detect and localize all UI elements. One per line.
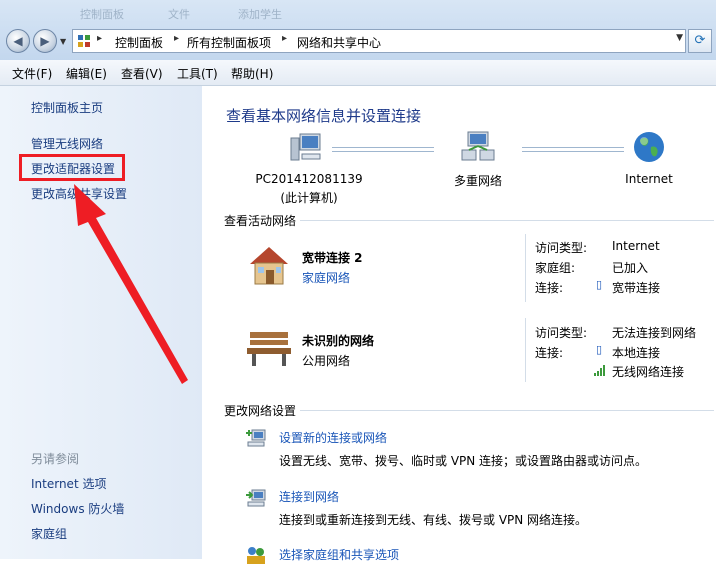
connect-network-icon	[246, 489, 266, 507]
access-type-value: 无法连接到网络	[612, 326, 697, 340]
menu-file[interactable]: 文件(F)	[12, 65, 52, 82]
menu-help[interactable]: 帮助(H)	[231, 65, 273, 82]
page-title: 查看基本网络信息并设置连接	[226, 107, 422, 125]
active-networks-heading: 查看活动网络	[224, 212, 301, 229]
menu-view[interactable]: 查看(V)	[121, 65, 163, 82]
home-network-icon	[250, 247, 288, 285]
access-type-label: 访问类型:	[535, 326, 588, 340]
dialup-icon: ▯	[596, 278, 603, 291]
setup-new-connection-link[interactable]: 设置新的连接或网络	[279, 429, 387, 446]
main-content: 查看基本网络信息并设置连接 PC201412081139 (此计算机) 多重网络…	[202, 86, 716, 564]
access-type-label: 访问类型:	[535, 241, 588, 255]
homegroup-sharing-icon	[247, 547, 265, 564]
sidebar-control-panel-home[interactable]: 控制面板主页	[31, 99, 103, 116]
ethernet-icon: ▯	[596, 343, 603, 356]
access-type-value: Internet	[612, 239, 660, 253]
forward-arrow-icon: ▶	[40, 34, 50, 48]
globe-icon[interactable]	[632, 130, 666, 164]
breadcrumb-separator-icon[interactable]: ▸	[282, 33, 287, 44]
change-settings-heading: 更改网络设置	[224, 402, 301, 419]
menu-bar: 文件(F) 编辑(E) 查看(V) 工具(T) 帮助(H)	[0, 60, 716, 86]
see-also-heading: 另请参阅	[31, 452, 80, 466]
refresh-icon: ⟳	[694, 33, 706, 48]
homegroup-joined-link[interactable]: 已加入	[612, 259, 648, 276]
breadcrumb-separator-icon[interactable]: ▸	[97, 33, 102, 44]
network-name: 未识别的网络	[302, 334, 375, 348]
background-window-title: 控制面板	[80, 8, 124, 21]
menu-tools[interactable]: 工具(T)	[177, 65, 218, 82]
address-bar[interactable]: ▸ 控制面板 ▸ 所有控制面板项 ▸ 网络和共享中心 ▼	[72, 29, 686, 53]
multiple-networks-label: 多重网络	[453, 174, 502, 188]
network-type-link[interactable]: 家庭网络	[302, 269, 350, 286]
internet-label: Internet	[625, 172, 673, 186]
computer-subtitle: (此计算机)	[280, 191, 338, 205]
breadcrumb-control-panel[interactable]: 控制面板	[115, 34, 163, 51]
back-arrow-icon: ◀	[13, 34, 23, 48]
computer-name: PC201412081139	[255, 172, 363, 186]
refresh-button[interactable]: ⟳	[688, 29, 712, 53]
recent-pages-dropdown[interactable]: ▼	[60, 37, 66, 46]
breadcrumb-network-center[interactable]: 网络和共享中心	[297, 34, 381, 51]
address-dropdown-icon[interactable]: ▼	[676, 33, 683, 43]
control-panel-icon	[78, 35, 90, 47]
connection-label: 连接:	[535, 281, 564, 295]
background-window-title: 文件	[168, 8, 190, 21]
menu-edit[interactable]: 编辑(E)	[66, 65, 107, 82]
network-type: 公用网络	[302, 354, 351, 368]
back-button[interactable]: ◀	[6, 29, 30, 53]
sidebar-homegroup[interactable]: 家庭组	[31, 525, 67, 542]
vertical-divider	[525, 234, 526, 302]
computer-icon[interactable]	[288, 130, 324, 164]
homegroup-sharing-link[interactable]: 选择家庭组和共享选项	[279, 546, 399, 563]
new-connection-icon	[246, 429, 266, 447]
connection-line	[332, 147, 434, 152]
red-highlight-box	[19, 154, 125, 181]
setup-new-connection-desc: 设置无线、宽带、拨号、临时或 VPN 连接；或设置路由器或访问点。	[279, 454, 648, 468]
broadband-connection-link[interactable]: 宽带连接	[612, 279, 660, 296]
breadcrumb-separator-icon[interactable]: ▸	[174, 33, 179, 44]
connect-to-network-link[interactable]: 连接到网络	[279, 488, 339, 505]
network-name: 宽带连接 2	[302, 251, 363, 265]
title-bar: 控制面板 文件 添加学生 ◀ ▶ ▼ ▸ 控制面板 ▸ 所有控制面板项 ▸ 网络…	[0, 0, 716, 60]
connection-label: 连接:	[535, 346, 564, 360]
sidebar-internet-options[interactable]: Internet 选项	[31, 475, 106, 492]
connection-line	[522, 147, 624, 152]
public-network-bench-icon	[247, 332, 291, 366]
homegroup-label: 家庭组:	[535, 261, 576, 275]
background-window-title: 添加学生	[238, 8, 282, 21]
forward-button[interactable]: ▶	[33, 29, 57, 53]
sidebar-windows-firewall[interactable]: Windows 防火墙	[31, 500, 124, 517]
breadcrumb-all-items[interactable]: 所有控制面板项	[187, 34, 271, 51]
sidebar-manage-wireless[interactable]: 管理无线网络	[31, 135, 103, 152]
multiple-networks-icon[interactable]	[460, 130, 496, 164]
vertical-divider	[525, 318, 526, 382]
local-connection-link[interactable]: 本地连接	[612, 344, 660, 361]
wireless-signal-icon	[594, 365, 605, 376]
red-arrow-icon	[74, 184, 188, 384]
connect-to-network-desc: 连接到或重新连接到无线、有线、拨号或 VPN 网络连接。	[279, 513, 588, 527]
wireless-connection-link[interactable]: 无线网络连接	[612, 363, 684, 380]
